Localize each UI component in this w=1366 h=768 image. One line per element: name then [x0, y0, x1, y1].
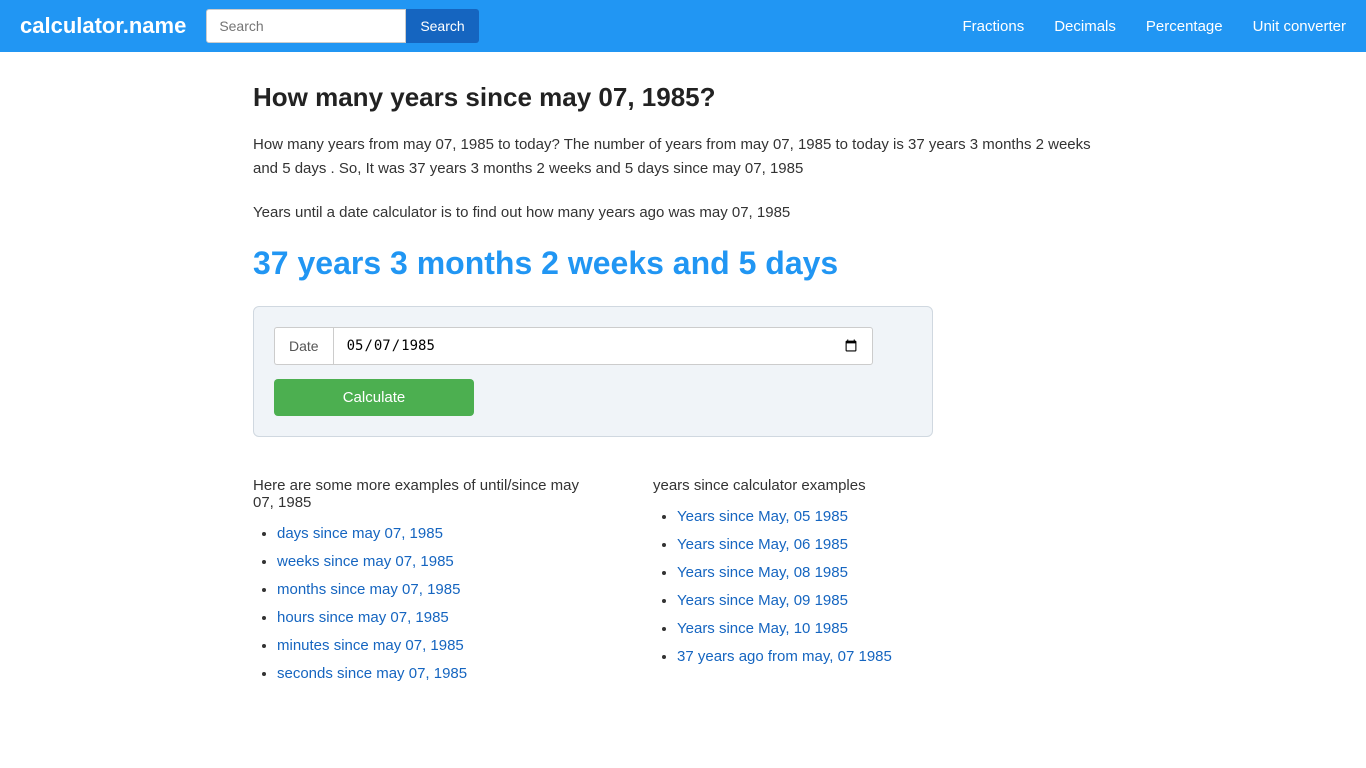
- list-item[interactable]: months since may 07, 1985: [277, 581, 460, 598]
- examples-right-list: Years since May, 05 1985 Years since May,…: [653, 508, 1113, 666]
- date-row: Date: [274, 327, 912, 365]
- result-heading: 37 years 3 months 2 weeks and 5 days: [253, 245, 1113, 282]
- page-title: How many years since may 07, 1985?: [253, 82, 1113, 113]
- calculator-box: Date Calculate: [253, 306, 933, 437]
- examples-right-title: years since calculator examples: [653, 477, 1113, 494]
- list-item[interactable]: Years since May, 08 1985: [677, 564, 848, 581]
- list-item: days since may 07, 1985: [277, 525, 593, 543]
- examples-left: Here are some more examples of until/sin…: [253, 477, 593, 693]
- examples-section: Here are some more examples of until/sin…: [253, 477, 1113, 693]
- list-item: hours since may 07, 1985: [277, 609, 593, 627]
- list-item[interactable]: seconds since may 07, 1985: [277, 665, 467, 682]
- search-button[interactable]: Search: [406, 9, 478, 43]
- list-item: Years since May, 08 1985: [677, 564, 1113, 582]
- examples-left-list: days since may 07, 1985 weeks since may 0…: [253, 525, 593, 683]
- list-item[interactable]: minutes since may 07, 1985: [277, 637, 464, 654]
- list-item: months since may 07, 1985: [277, 581, 593, 599]
- search-form: Search: [206, 9, 478, 43]
- logo[interactable]: calculator.name: [20, 13, 186, 39]
- list-item[interactable]: weeks since may 07, 1985: [277, 553, 454, 570]
- list-item[interactable]: 37 years ago from may, 07 1985: [677, 648, 892, 665]
- date-label: Date: [274, 327, 333, 365]
- main-content: How many years since may 07, 1985? How m…: [233, 52, 1133, 723]
- nav-unit-converter[interactable]: Unit converter: [1253, 18, 1346, 35]
- list-item: Years since May, 06 1985: [677, 536, 1113, 554]
- list-item[interactable]: Years since May, 06 1985: [677, 536, 848, 553]
- list-item: Years since May, 09 1985: [677, 592, 1113, 610]
- list-item: Years since May, 05 1985: [677, 508, 1113, 526]
- list-item[interactable]: days since may 07, 1985: [277, 525, 443, 542]
- search-input[interactable]: [206, 9, 406, 43]
- calculate-button[interactable]: Calculate: [274, 379, 474, 416]
- list-item: Years since May, 10 1985: [677, 620, 1113, 638]
- nav-links: Fractions Decimals Percentage Unit conve…: [963, 18, 1346, 35]
- examples-left-title: Here are some more examples of until/sin…: [253, 477, 593, 511]
- list-item: 37 years ago from may, 07 1985: [677, 648, 1113, 666]
- description-1: How many years from may 07, 1985 to toda…: [253, 133, 1113, 181]
- list-item[interactable]: hours since may 07, 1985: [277, 609, 449, 626]
- nav-fractions[interactable]: Fractions: [963, 18, 1025, 35]
- list-item[interactable]: Years since May, 09 1985: [677, 592, 848, 609]
- examples-right: years since calculator examples Years si…: [653, 477, 1113, 693]
- list-item: weeks since may 07, 1985: [277, 553, 593, 571]
- nav-decimals[interactable]: Decimals: [1054, 18, 1116, 35]
- nav-percentage[interactable]: Percentage: [1146, 18, 1223, 35]
- description-2: Years until a date calculator is to find…: [253, 201, 1113, 225]
- header: calculator.name Search Fractions Decimal…: [0, 0, 1366, 52]
- list-item: seconds since may 07, 1985: [277, 665, 593, 683]
- list-item[interactable]: Years since May, 10 1985: [677, 620, 848, 637]
- list-item[interactable]: Years since May, 05 1985: [677, 508, 848, 525]
- date-input[interactable]: [333, 327, 873, 365]
- list-item: minutes since may 07, 1985: [277, 637, 593, 655]
